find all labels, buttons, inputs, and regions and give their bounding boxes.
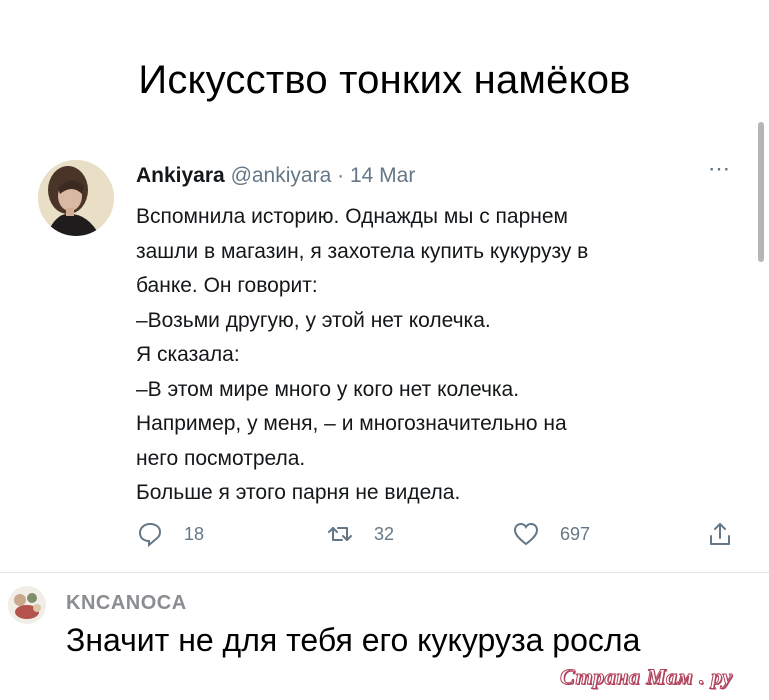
tweet-line: Вспомнила историю. Однажды мы с парнем [136,205,568,228]
retweet-icon [328,527,352,541]
tweet-line: –В этом мире много у кого нет колечка. [136,377,520,401]
tweet-author-avatar[interactable] [38,160,114,236]
retweet-count: 32 [374,523,395,544]
tweet-line: Например, у меня, – и многозначительно н… [136,412,567,435]
tweet-line: Я сказала: [136,343,240,366]
retweet-button[interactable]: 32 [326,520,394,548]
reply-button[interactable]: 18 [136,520,204,548]
reply-count: 18 [184,523,205,544]
scrollbar-thumb[interactable] [758,122,764,262]
commenter-avatar[interactable] [8,586,46,624]
divider [0,572,769,573]
tweet-line: банке. Он говорит: [136,274,318,297]
commenter-name[interactable]: KNCANOCA [66,592,187,615]
tweet-date[interactable]: 14 Mar [350,164,415,187]
tweet-meta: Ankiyara @ankiyara · 14 Mar [136,164,415,188]
tweet-author-name[interactable]: Ankiyara [136,164,225,187]
comment-text: Значит не для тебя его кукуруза росла [66,622,641,658]
like-count: 697 [560,523,591,544]
tweet-actions: 18 32 697 [0,520,769,560]
tweet-line: Больше я этого парня не видела. [136,481,461,504]
tweet-card: Ankiyara @ankiyara · 14 Mar ⋯ Вспомнила … [0,150,769,570]
like-button[interactable]: 697 [512,520,590,548]
tweet-line: зашли в магазин, я захотела купить кукур… [136,239,589,263]
tweet-line: него посмотрела. [136,446,306,470]
tweet-body: Вспомнила историю. Однажды мы с парнем з… [136,200,726,511]
share-button[interactable] [706,520,754,548]
site-watermark: Страна Мам . ру [560,664,733,690]
meta-separator: · [337,164,345,187]
share-icon [710,523,730,545]
heart-icon [513,522,539,546]
tweet-author-handle[interactable]: @ankiyara [231,164,332,187]
tweet-line: –Возьми другую, у этой нет колечка. [136,308,491,332]
page-headline: Искусство тонких намёков [138,58,631,102]
more-dots-icon[interactable]: ⋯ [708,156,731,182]
reply-icon [138,522,162,548]
